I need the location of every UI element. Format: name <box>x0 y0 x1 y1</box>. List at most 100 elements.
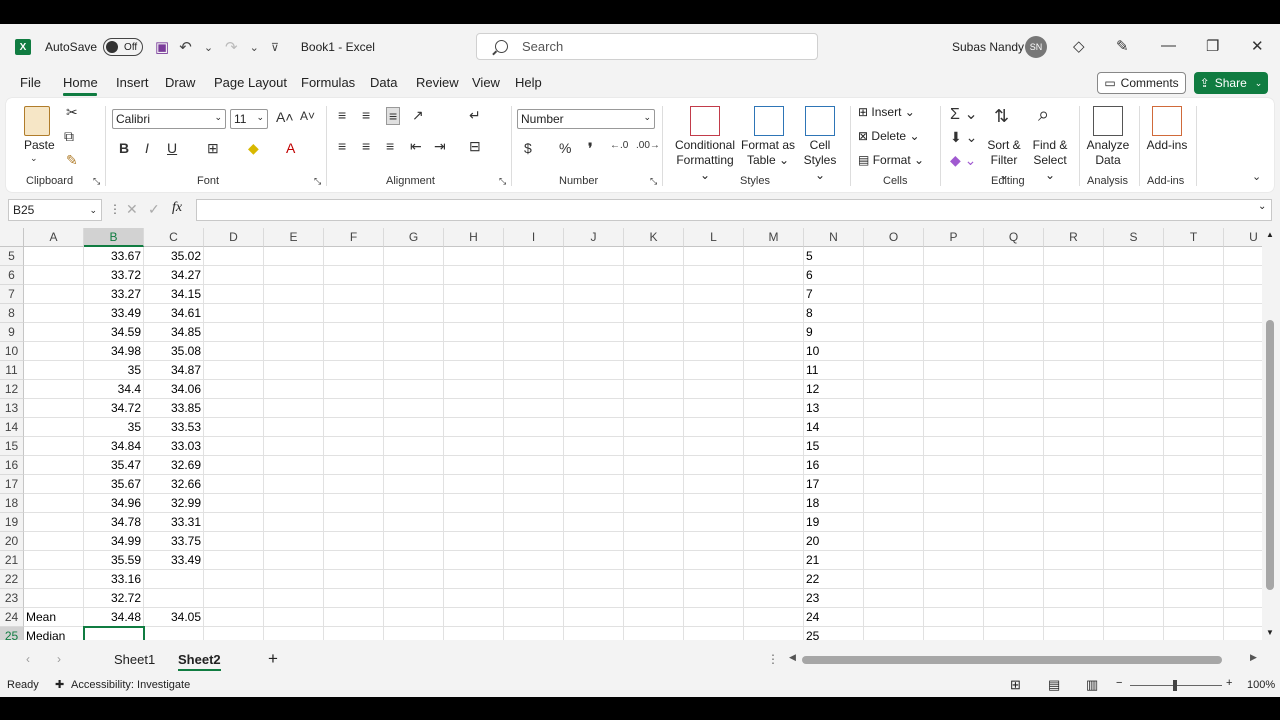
cell-U19[interactable] <box>1224 513 1262 532</box>
cell-T6[interactable] <box>1164 266 1224 285</box>
cell-R5[interactable] <box>1044 247 1104 266</box>
user-name[interactable]: Subas Nandy <box>952 40 1024 54</box>
row-header[interactable]: 21 <box>0 551 24 570</box>
cell-D18[interactable] <box>204 494 264 513</box>
diamond-icon[interactable]: ◇ <box>1073 37 1085 55</box>
cell-D22[interactable] <box>204 570 264 589</box>
column-header[interactable]: I <box>504 228 564 247</box>
cell-R11[interactable] <box>1044 361 1104 380</box>
cell-A13[interactable] <box>24 399 84 418</box>
cell-K16[interactable] <box>624 456 684 475</box>
cell-I15[interactable] <box>504 437 564 456</box>
cell-G25[interactable] <box>384 627 444 640</box>
cell-H11[interactable] <box>444 361 504 380</box>
cell-R15[interactable] <box>1044 437 1104 456</box>
cell-D11[interactable] <box>204 361 264 380</box>
cell-P9[interactable] <box>924 323 984 342</box>
tab-help[interactable]: Help <box>515 75 542 90</box>
cell-A6[interactable] <box>24 266 84 285</box>
scroll-right-icon[interactable]: ▶ <box>1250 652 1257 663</box>
cell-O6[interactable] <box>864 266 924 285</box>
vertical-scroll-thumb[interactable] <box>1266 320 1274 590</box>
number-format-combo[interactable]: Number ⌄ <box>517 109 655 129</box>
currency-icon[interactable]: $ <box>524 140 532 156</box>
cell-B9[interactable]: 34.59 <box>84 323 144 342</box>
cell-P11[interactable] <box>924 361 984 380</box>
cell-E5[interactable] <box>264 247 324 266</box>
cell-A20[interactable] <box>24 532 84 551</box>
zoom-in-icon[interactable]: + <box>1226 677 1232 689</box>
cell-C14[interactable]: 33.53 <box>144 418 204 437</box>
cell-E6[interactable] <box>264 266 324 285</box>
cell-D5[interactable] <box>204 247 264 266</box>
cell-K13[interactable] <box>624 399 684 418</box>
cell-U25[interactable] <box>1224 627 1262 640</box>
cell-H10[interactable] <box>444 342 504 361</box>
clear-icon[interactable]: ◆ ⌄ <box>950 152 976 169</box>
cell-B17[interactable]: 35.67 <box>84 475 144 494</box>
clipboard-launcher-icon[interactable]: ⤡ <box>93 176 100 187</box>
cell-C7[interactable]: 34.15 <box>144 285 204 304</box>
cell-M18[interactable] <box>744 494 804 513</box>
cell-F18[interactable] <box>324 494 384 513</box>
row-header[interactable]: 25 <box>0 627 24 640</box>
cell-F22[interactable] <box>324 570 384 589</box>
cell-E23[interactable] <box>264 589 324 608</box>
cell-F21[interactable] <box>324 551 384 570</box>
cell-I20[interactable] <box>504 532 564 551</box>
cell-T14[interactable] <box>1164 418 1224 437</box>
cell-G20[interactable] <box>384 532 444 551</box>
cell-C21[interactable]: 33.49 <box>144 551 204 570</box>
cell-B16[interactable]: 35.47 <box>84 456 144 475</box>
cell-A12[interactable] <box>24 380 84 399</box>
paste-button[interactable]: Paste <box>24 138 55 153</box>
cell-N25[interactable]: 25 <box>804 627 864 640</box>
cell-C10[interactable]: 35.08 <box>144 342 204 361</box>
cell-J14[interactable] <box>564 418 624 437</box>
cell-A9[interactable] <box>24 323 84 342</box>
cell-O16[interactable] <box>864 456 924 475</box>
sheet-tab-sheet2[interactable]: Sheet2 <box>178 652 221 671</box>
cell-R13[interactable] <box>1044 399 1104 418</box>
cell-R7[interactable] <box>1044 285 1104 304</box>
cell-J9[interactable] <box>564 323 624 342</box>
cell-B14[interactable]: 35 <box>84 418 144 437</box>
column-header[interactable]: P <box>924 228 984 247</box>
cell-C20[interactable]: 33.75 <box>144 532 204 551</box>
cell-D15[interactable] <box>204 437 264 456</box>
cell-A22[interactable] <box>24 570 84 589</box>
cell-O21[interactable] <box>864 551 924 570</box>
cut-icon[interactable]: ✂ <box>66 104 78 121</box>
cell-D14[interactable] <box>204 418 264 437</box>
column-header[interactable]: N <box>804 228 864 247</box>
pen-icon[interactable]: ✎ <box>1116 37 1129 55</box>
cell-R24[interactable] <box>1044 608 1104 627</box>
cell-T10[interactable] <box>1164 342 1224 361</box>
tab-formulas[interactable]: Formulas <box>301 75 355 90</box>
row-header[interactable]: 8 <box>0 304 24 323</box>
cell-C17[interactable]: 32.66 <box>144 475 204 494</box>
cell-L10[interactable] <box>684 342 744 361</box>
cell-O24[interactable] <box>864 608 924 627</box>
cell-styles-button[interactable]: Cell Styles ⌄ <box>797 138 843 183</box>
cell-O19[interactable] <box>864 513 924 532</box>
cell-S19[interactable] <box>1104 513 1164 532</box>
cell-L11[interactable] <box>684 361 744 380</box>
cell-K25[interactable] <box>624 627 684 640</box>
cell-T11[interactable] <box>1164 361 1224 380</box>
cell-G8[interactable] <box>384 304 444 323</box>
cell-O8[interactable] <box>864 304 924 323</box>
cell-G11[interactable] <box>384 361 444 380</box>
cell-I16[interactable] <box>504 456 564 475</box>
cell-P6[interactable] <box>924 266 984 285</box>
cell-P12[interactable] <box>924 380 984 399</box>
cell-I10[interactable] <box>504 342 564 361</box>
cell-Q11[interactable] <box>984 361 1044 380</box>
row-header[interactable]: 16 <box>0 456 24 475</box>
conditional-formatting-button[interactable]: Conditional Formatting ⌄ <box>672 138 738 183</box>
cell-U17[interactable] <box>1224 475 1262 494</box>
cell-R6[interactable] <box>1044 266 1104 285</box>
cell-K10[interactable] <box>624 342 684 361</box>
expand-formula-bar-icon[interactable]: ⌄ <box>1258 201 1266 212</box>
cell-N18[interactable]: 18 <box>804 494 864 513</box>
